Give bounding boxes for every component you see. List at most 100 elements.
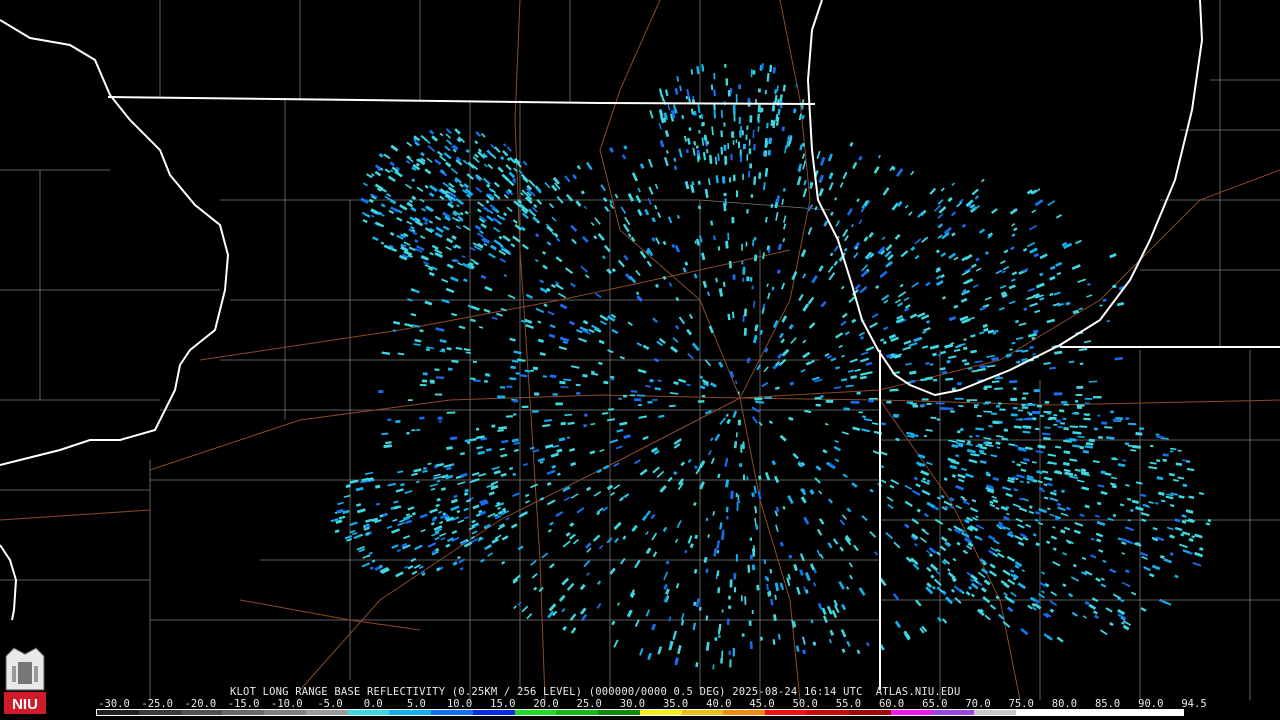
echo-pixel: [1053, 392, 1063, 396]
echo-pixel: [521, 405, 529, 409]
echo-pixel: [1055, 419, 1061, 423]
echo-pixel: [742, 277, 744, 283]
echo-pixel: [723, 122, 726, 127]
echo-pixel: [856, 391, 861, 395]
echo-pixel: [647, 401, 653, 404]
echo-pixel: [999, 408, 1006, 411]
echo-pixel: [419, 383, 427, 387]
echo-pixel: [741, 633, 745, 637]
echo-pixel: [746, 209, 749, 214]
scale-swatch: [472, 710, 515, 715]
echo-pixel: [735, 94, 738, 103]
echo-pixel: [1083, 417, 1091, 421]
echo-pixel: [743, 327, 747, 336]
echo-pixel: [724, 64, 727, 68]
echo-pixel: [843, 407, 850, 411]
scale-swatch: [807, 710, 849, 715]
echo-pixel: [996, 405, 1001, 408]
echo-pixel: [750, 194, 754, 198]
echo-pixel: [1071, 412, 1080, 415]
echo-pixel: [1063, 403, 1069, 406]
echo-pixel: [416, 428, 421, 431]
echo-pixel: [751, 610, 754, 615]
echo-pixel: [974, 405, 978, 409]
echo-pixel: [1008, 380, 1018, 384]
echo-pixel: [406, 431, 410, 435]
echo-pixel: [728, 260, 732, 269]
echo-pixel: [1046, 412, 1052, 415]
echo-pixel: [740, 595, 743, 602]
scale-swatch: [514, 710, 557, 715]
echo-pixel: [1139, 427, 1144, 431]
echo-pixel: [729, 88, 733, 94]
logo-text: NIU: [12, 696, 38, 713]
echo-pixel: [746, 476, 749, 480]
echo-pixel: [484, 373, 490, 376]
echo-pixel: [735, 554, 738, 562]
echo-pixel: [921, 398, 929, 401]
echo-pixel: [742, 474, 746, 481]
echo-pixel: [608, 408, 614, 411]
echo-pixel: [1084, 402, 1090, 404]
echo-pixel: [738, 84, 742, 90]
echo-pixel: [723, 144, 727, 151]
echo-pixel: [1076, 406, 1083, 409]
echo-pixel: [748, 139, 751, 146]
echo-pixel: [738, 117, 741, 124]
echo-pixel: [1003, 428, 1009, 432]
echo-pixel: [741, 243, 743, 251]
scale-swatch: [765, 710, 808, 715]
echo-pixel: [757, 113, 760, 121]
echo-pixel: [697, 400, 705, 403]
echo-pixel: [434, 393, 443, 396]
echo-pixel: [407, 399, 413, 401]
echo-pixel: [990, 412, 997, 416]
echo-pixel: [1061, 401, 1068, 404]
echo-pixel: [741, 261, 744, 265]
echo-pixel: [1079, 445, 1085, 450]
echo-pixel: [1013, 387, 1017, 390]
echo-pixel: [603, 380, 609, 385]
scale-swatch: [222, 710, 265, 715]
echo-pixel: [1059, 409, 1065, 413]
echo-pixel: [1010, 413, 1018, 417]
echo-pixel: [583, 423, 587, 428]
echo-pixel: [552, 393, 558, 396]
scale-swatch: [389, 710, 432, 715]
echo-pixel: [475, 427, 480, 431]
echo-pixel: [1170, 450, 1174, 453]
echo-pixel: [1110, 410, 1114, 414]
scale-swatch: [598, 710, 640, 715]
echo-pixel: [935, 402, 945, 405]
echo-pixel: [760, 636, 763, 641]
scale-swatch: [848, 710, 891, 715]
echo-pixel: [652, 399, 658, 401]
echo-pixel: [749, 554, 753, 560]
echo-pixel: [447, 367, 453, 371]
echo-pixel: [868, 397, 878, 400]
echo-pixel: [748, 148, 752, 155]
echo-pixel: [513, 413, 517, 416]
echo-pixel: [950, 410, 955, 413]
echo-pixel: [745, 241, 748, 247]
echo-pixel: [940, 407, 948, 411]
echo-pixel: [746, 125, 749, 131]
echo-pixel: [1083, 413, 1091, 416]
scale-swatch: [97, 710, 139, 715]
scale-swatch: [974, 710, 1016, 715]
echo-pixel: [701, 394, 706, 398]
echo-pixel: [1097, 414, 1101, 417]
echo-pixel: [751, 492, 755, 497]
echo-pixel: [1093, 427, 1098, 431]
echo-pixel: [739, 130, 742, 138]
echo-pixel: [1053, 423, 1058, 426]
echo-pixel: [1016, 360, 1021, 364]
scale-swatch: [431, 710, 473, 715]
echo-pixel: [1075, 394, 1083, 397]
echo-pixel: [1079, 362, 1084, 365]
echo-pixel: [630, 394, 636, 397]
echo-pixel: [730, 153, 733, 161]
echo-pixel: [997, 402, 1002, 405]
echo-pixel: [1125, 417, 1130, 420]
echo-pixel: [733, 112, 736, 122]
